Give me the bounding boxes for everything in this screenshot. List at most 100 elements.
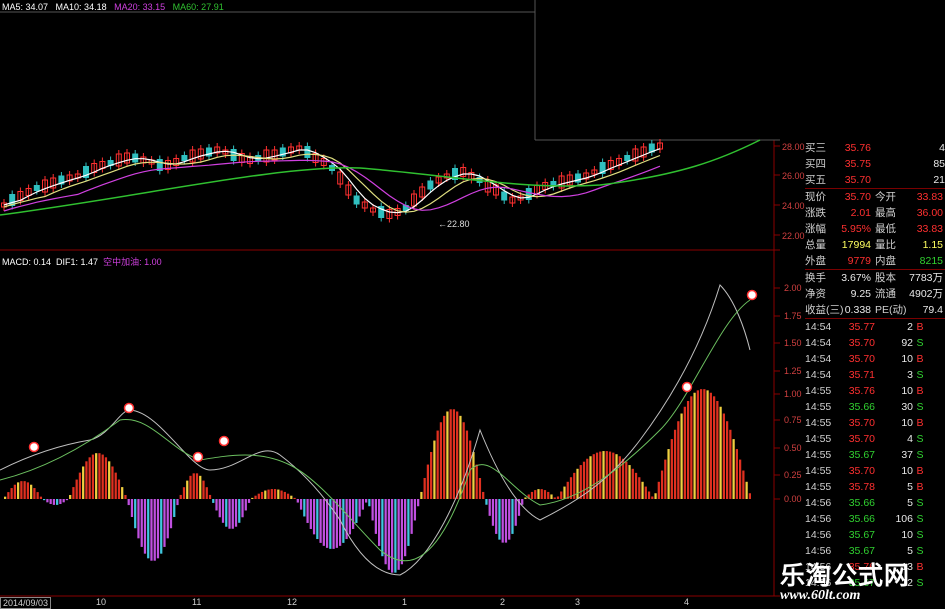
low-price-value: 22.80: [447, 219, 470, 229]
tick-time: 14:54: [805, 353, 832, 365]
macd-bar: [690, 396, 693, 499]
macd-bar: [631, 468, 634, 499]
macd-bar: [95, 453, 98, 499]
tick-time: 14:55: [805, 449, 832, 461]
macd-bar: [657, 481, 660, 499]
macd-bar: [65, 499, 69, 501]
buy-signal-marker: [192, 451, 204, 463]
macd-bar: [410, 499, 413, 534]
macd-bar: [364, 499, 368, 503]
macd-bar: [374, 499, 377, 534]
tick-list[interactable]: 14:54 35.77 2 B 14:54 35.70 92 S 14:54 35.70 10 B 14…: [805, 319, 945, 591]
macd-bar: [391, 499, 394, 573]
candle-body: [181, 155, 188, 161]
macd-axis-label: 1.25: [784, 366, 802, 376]
macd-bar: [634, 472, 638, 499]
macd-bar: [166, 499, 169, 539]
macd-axis-label: 0.75: [784, 415, 802, 425]
macd-bar: [417, 499, 420, 507]
tick-side: B: [916, 465, 924, 477]
tick-side: S: [916, 513, 924, 525]
tick-side: B: [916, 561, 924, 573]
tick-time: 14:55: [805, 465, 832, 477]
macd-bar: [101, 454, 104, 499]
tick-price: 35.66: [848, 513, 875, 525]
macd-bar: [452, 409, 456, 499]
tick-side: S: [916, 369, 924, 381]
macd-bar: [534, 490, 537, 499]
stock-chart-area[interactable]: [0, 0, 780, 609]
macd-bar: [43, 499, 46, 501]
macd-bar: [163, 499, 166, 547]
macd-value-label: MACD: 0.14: [2, 257, 52, 267]
macd-bar: [134, 499, 137, 529]
tick-row: 14:55 35.66 30 S: [805, 399, 945, 415]
macd-bar: [576, 468, 579, 499]
month-label: 4: [684, 597, 690, 607]
macd-bar: [62, 499, 65, 503]
stats-value: 4902万: [909, 288, 943, 300]
macd-bar: [293, 497, 296, 499]
macd-bar: [182, 487, 186, 499]
macd-bar: [553, 497, 556, 499]
watermark-title: 乐淘公式网: [780, 563, 911, 590]
macd-bar: [475, 464, 478, 499]
macd-bar: [478, 477, 482, 499]
macd-bar: [23, 481, 26, 499]
macd-bar: [426, 464, 430, 499]
order-price: 35.76: [844, 142, 871, 154]
macd-axis-label: 0.50: [784, 443, 802, 453]
stats-label: 净资: [805, 288, 826, 300]
tick-volume: 5: [907, 497, 913, 509]
tick-volume: 10: [901, 465, 913, 477]
macd-bar: [361, 499, 364, 510]
macd-axis-label: 0.00: [784, 494, 802, 504]
tick-side: S: [916, 497, 924, 509]
macd-bar: [215, 499, 218, 511]
macd-bar: [241, 499, 244, 518]
macd-bar: [641, 481, 644, 499]
macd-bar: [491, 499, 495, 526]
macd-bar: [589, 456, 592, 499]
macd-bar: [709, 392, 712, 499]
macd-bar: [404, 499, 407, 557]
quote-row: 现价 35.70 今开 33.83: [805, 189, 945, 205]
quote-value: 8215: [919, 255, 943, 267]
buy-signal-marker: [746, 289, 758, 301]
macd-bar: [446, 411, 449, 499]
tick-price: 35.67: [848, 529, 875, 541]
tick-side: S: [916, 577, 924, 589]
quote-value: 9779: [847, 255, 871, 267]
macd-bar: [439, 422, 443, 499]
macd-bar: [521, 499, 524, 505]
macd-bar: [52, 499, 56, 505]
quote-value: 1.15: [922, 239, 943, 251]
price-axis-label: 26.00: [782, 171, 805, 181]
macd-bar: [683, 406, 686, 499]
macd-bar: [381, 499, 384, 557]
macd-bar: [696, 390, 699, 499]
macd-bar: [670, 439, 673, 499]
macd-bar: [140, 499, 143, 547]
macd-bar: [270, 489, 273, 499]
macd-bar: [556, 496, 560, 499]
macd-bar: [325, 499, 329, 548]
macd-bar: [277, 489, 280, 499]
macd-bar: [501, 499, 504, 543]
macd-bar: [504, 499, 508, 543]
macd-bar: [342, 499, 345, 543]
quote-value: 36.00: [916, 207, 943, 219]
macd-bar: [524, 497, 527, 499]
tick-side: B: [916, 481, 924, 493]
macd-bar: [712, 396, 716, 499]
macd-bar: [299, 499, 303, 510]
stats-value: 7783万: [909, 272, 943, 284]
macd-bar: [722, 413, 725, 499]
macd-bar: [423, 477, 426, 499]
tick-price: 35.70: [848, 465, 875, 477]
macd-bar: [358, 499, 361, 517]
stats-value: 79.4: [922, 304, 943, 316]
macd-bar: [351, 499, 355, 529]
price-axis-label: 28.00: [782, 142, 805, 152]
quote-label: 外盘: [805, 255, 826, 267]
